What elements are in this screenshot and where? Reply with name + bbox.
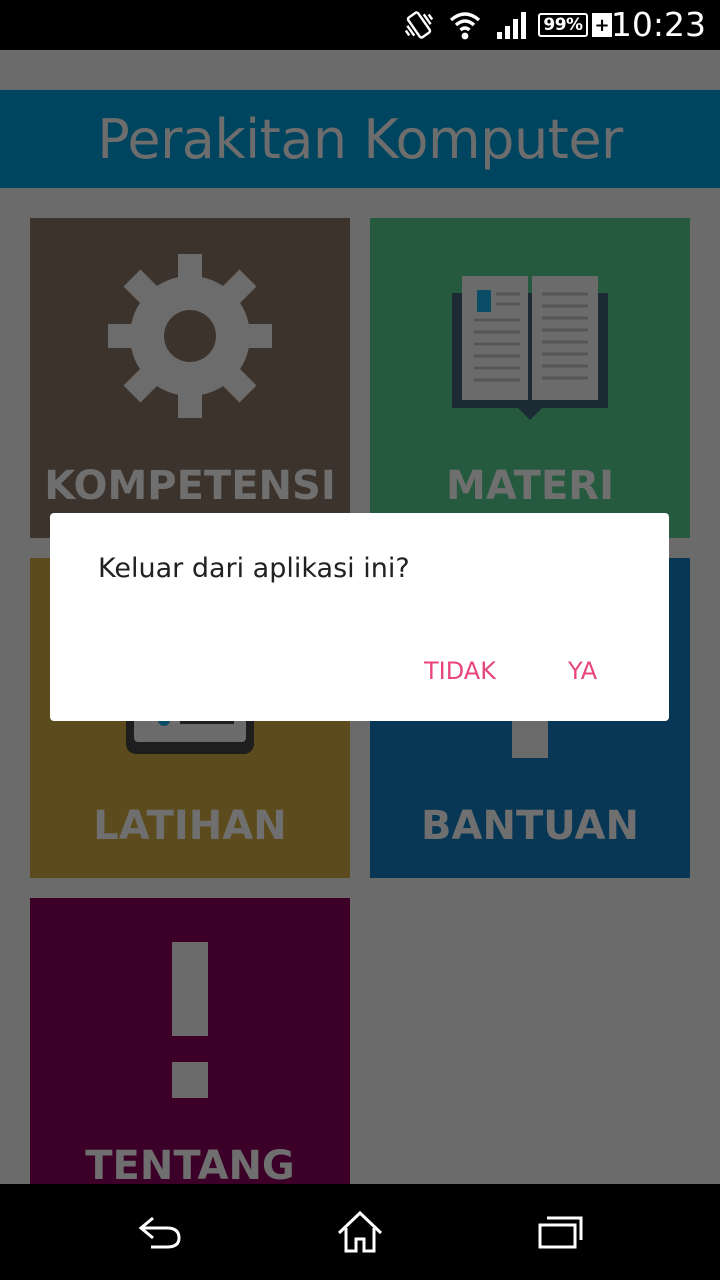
exit-dialog: Keluar dari aplikasi ini? TIDAK YA <box>50 513 669 721</box>
book-icon <box>370 218 690 448</box>
tile-kompetensi[interactable]: KOMPETENSI <box>30 218 350 538</box>
tile-label: MATERI <box>446 463 614 509</box>
dialog-message: Keluar dari aplikasi ini? <box>98 553 410 584</box>
battery-charging-indicator: + <box>592 13 612 37</box>
signal-icon <box>496 0 528 50</box>
exclamation-icon <box>30 898 350 1128</box>
back-icon[interactable] <box>100 1184 220 1280</box>
tile-label: TENTANG <box>85 1143 295 1188</box>
battery-percent: 99% <box>538 13 588 37</box>
tile-label: LATIHAN <box>93 803 287 849</box>
gear-icon <box>30 218 350 448</box>
tile-tentang[interactable]: TENTANG <box>30 898 350 1188</box>
vibrate-icon <box>402 0 436 50</box>
clock: 10:23 <box>610 5 706 44</box>
recents-icon[interactable] <box>500 1184 620 1280</box>
wifi-icon <box>448 0 482 50</box>
battery-icon: 99% + <box>538 0 612 50</box>
app-header: Perakitan Komputer <box>0 90 720 188</box>
status-bar: 99% + 10:23 <box>0 0 720 50</box>
home-icon[interactable] <box>300 1184 420 1280</box>
tile-label: BANTUAN <box>421 803 639 849</box>
tile-materi[interactable]: MATERI <box>370 218 690 538</box>
yes-button[interactable]: YA <box>556 646 609 696</box>
tile-label: KOMPETENSI <box>44 463 336 509</box>
navigation-bar <box>0 1184 720 1280</box>
no-button[interactable]: TIDAK <box>412 646 508 696</box>
app-title: Perakitan Komputer <box>97 107 623 171</box>
